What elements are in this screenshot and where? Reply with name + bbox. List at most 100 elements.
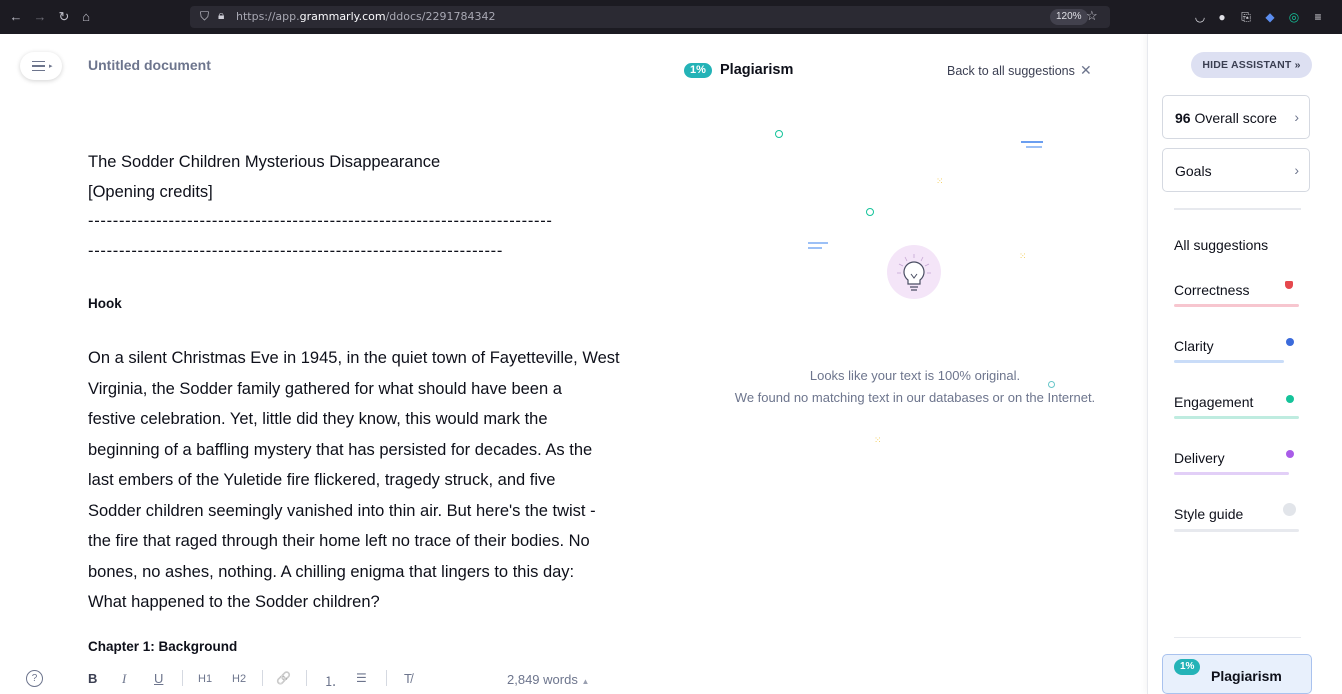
opening-credits-line[interactable]: [Opening credits] xyxy=(88,183,213,202)
pocket-icon[interactable]: ◡ xyxy=(1192,9,1208,25)
delivery-tab[interactable]: Delivery xyxy=(1174,450,1225,466)
paragraph-line[interactable]: the fire that raged through their home l… xyxy=(88,526,640,557)
decoration-sparkle: ⁙ xyxy=(874,435,882,445)
paragraph-line[interactable]: Virginia, the Sodder family gathered for… xyxy=(88,374,640,405)
goals-card[interactable]: Goals › xyxy=(1162,148,1310,192)
lightbulb-icon xyxy=(897,254,931,291)
style-guide-tab[interactable]: Style guide xyxy=(1174,506,1243,522)
hide-assistant-label[interactable]: HIDE ASSISTANT xyxy=(1202,59,1291,71)
plagiarism-percent-badge: 1% xyxy=(684,63,712,78)
clarity-bar xyxy=(1174,360,1284,363)
close-icon[interactable]: ✕ xyxy=(1080,62,1092,79)
lock-icon[interactable]: 🔒︎ xyxy=(218,8,224,23)
paragraph-line[interactable]: beginning of a baffling mystery that has… xyxy=(88,435,640,466)
back-to-suggestions-link[interactable]: Back to all suggestions xyxy=(947,64,1075,78)
clarity-dot-icon xyxy=(1286,338,1294,346)
clear-formatting-icon[interactable]: T̸ xyxy=(404,671,412,686)
grammarly-extension-icon[interactable]: ◎ xyxy=(1286,9,1302,25)
double-chevron-icon[interactable]: » xyxy=(1295,59,1301,71)
hide-assistant-button[interactable]: HIDE ASSISTANT » xyxy=(1191,52,1312,78)
bulleted-list-icon[interactable]: ☰ xyxy=(356,671,367,685)
delivery-dot-icon xyxy=(1286,450,1294,458)
hamburger-icon xyxy=(32,61,45,71)
hook-heading[interactable]: Hook xyxy=(88,296,122,311)
correctness-dot-icon xyxy=(1285,281,1293,289)
help-icon[interactable]: ? xyxy=(26,670,43,687)
overall-score-label[interactable]: Overall score xyxy=(1194,110,1276,126)
clarity-tab[interactable]: Clarity xyxy=(1174,338,1214,354)
address-bar[interactable]: ⛉ 🔒︎ https://app.grammarly.com/ddocs/229… xyxy=(190,6,1110,28)
back-icon[interactable]: ← xyxy=(8,9,24,25)
reload-icon[interactable]: ↻ xyxy=(56,9,72,25)
decoration-dash xyxy=(808,247,822,249)
link-icon[interactable]: 🔗 xyxy=(276,671,291,685)
home-icon[interactable]: ⌂ xyxy=(78,9,94,25)
engagement-dot-icon xyxy=(1286,395,1294,403)
decoration-dash xyxy=(1021,141,1043,143)
doc-title-line[interactable]: The Sodder Children Mysterious Disappear… xyxy=(88,153,440,172)
bookmark-star-icon[interactable]: ☆ xyxy=(1086,8,1098,24)
paragraph-line[interactable]: Sodder children seemingly vanished into … xyxy=(88,496,640,527)
goals-label[interactable]: Goals xyxy=(1175,163,1212,179)
decoration-circle xyxy=(866,208,874,216)
no-match-message: We found no matching text in our databas… xyxy=(734,390,1096,405)
paragraph-line[interactable]: festive celebration. Yet, little did the… xyxy=(88,404,640,435)
chevron-right-icon: › xyxy=(1294,109,1299,125)
style-guide-bar xyxy=(1174,529,1299,532)
heading-1-button[interactable]: H1 xyxy=(198,673,212,685)
sidebar-divider xyxy=(1174,637,1301,638)
decoration-sparkle: ⁙ xyxy=(936,176,944,186)
italic-button[interactable]: I xyxy=(122,671,126,687)
plagiarism-label[interactable]: Plagiarism xyxy=(1211,668,1282,684)
forward-icon[interactable]: → xyxy=(32,9,48,25)
document-title[interactable]: Untitled document xyxy=(88,57,211,73)
engagement-bar xyxy=(1174,416,1299,419)
engagement-tab[interactable]: Engagement xyxy=(1174,394,1253,410)
document-menu-button[interactable]: ▸ xyxy=(20,52,62,80)
correctness-tab[interactable]: Correctness xyxy=(1174,282,1249,298)
paragraph-line[interactable]: On a silent Christmas Eve in 1945, in th… xyxy=(88,343,640,374)
decoration-dash xyxy=(808,242,828,244)
paragraph-line[interactable]: What happened to the Sodder children? xyxy=(88,587,640,618)
browser-toolbar: ← → ↻ ⌂ ⛉ 🔒︎ https://app.grammarly.com/d… xyxy=(0,0,1342,34)
bold-button[interactable]: B xyxy=(88,671,97,686)
url-text[interactable]: https://app.grammarly.com/ddocs/22917843… xyxy=(236,10,495,23)
app-menu-icon[interactable]: ≡ xyxy=(1310,9,1326,25)
chapter-1-heading[interactable]: Chapter 1: Background xyxy=(88,639,237,654)
correctness-bar xyxy=(1174,304,1299,307)
toolbar-divider xyxy=(306,670,307,686)
caret-right-icon: ▸ xyxy=(49,63,53,70)
bitwarden-icon[interactable]: ◆ xyxy=(1262,9,1278,25)
word-count[interactable]: 2,849 words ▲ xyxy=(507,672,589,687)
paragraph-line[interactable]: last embers of the Yuletide fire flicker… xyxy=(88,465,640,496)
heading-2-button[interactable]: H2 xyxy=(232,673,246,685)
account-icon[interactable]: ● xyxy=(1214,9,1230,25)
overall-score-card[interactable]: 96 Overall score › xyxy=(1162,95,1310,139)
plagiarism-card[interactable]: 1% Plagiarism xyxy=(1162,654,1312,694)
dash-separator-1[interactable]: ----------------------------------------… xyxy=(88,212,553,231)
plagiarism-badge: 1% xyxy=(1174,659,1201,675)
overall-score-value[interactable]: 96 xyxy=(1175,110,1191,126)
delivery-bar xyxy=(1174,472,1289,475)
chevron-right-icon: › xyxy=(1294,162,1299,178)
toolbar-divider xyxy=(182,670,183,686)
decoration-circle xyxy=(775,130,783,138)
overall-score[interactable]: 96 Overall score xyxy=(1175,110,1277,126)
shield-icon[interactable]: ⛉ xyxy=(200,9,209,24)
chevron-up-icon[interactable]: ▲ xyxy=(581,677,589,686)
plagiarism-title: Plagiarism xyxy=(720,62,794,78)
zoom-level-badge[interactable]: 120% xyxy=(1050,9,1088,25)
style-guide-check-icon xyxy=(1283,503,1296,516)
all-suggestions-tab[interactable]: All suggestions xyxy=(1174,237,1268,253)
dash-separator-2[interactable]: ----------------------------------------… xyxy=(88,242,503,261)
hook-paragraph[interactable]: On a silent Christmas Eve in 1945, in th… xyxy=(88,343,640,618)
extensions-icon[interactable]: ⎘ xyxy=(1238,9,1254,25)
sidebar-divider xyxy=(1174,208,1301,210)
toolbar-divider xyxy=(386,670,387,686)
toolbar-divider xyxy=(262,670,263,686)
paragraph-line[interactable]: bones, no ashes, nothing. A chilling eni… xyxy=(88,557,640,588)
word-count-text[interactable]: 2,849 words xyxy=(507,672,578,687)
underline-button[interactable]: U xyxy=(154,671,163,686)
decoration-sparkle: ⁙ xyxy=(1019,251,1027,261)
numbered-list-icon[interactable]: ⒈ xyxy=(324,671,337,690)
